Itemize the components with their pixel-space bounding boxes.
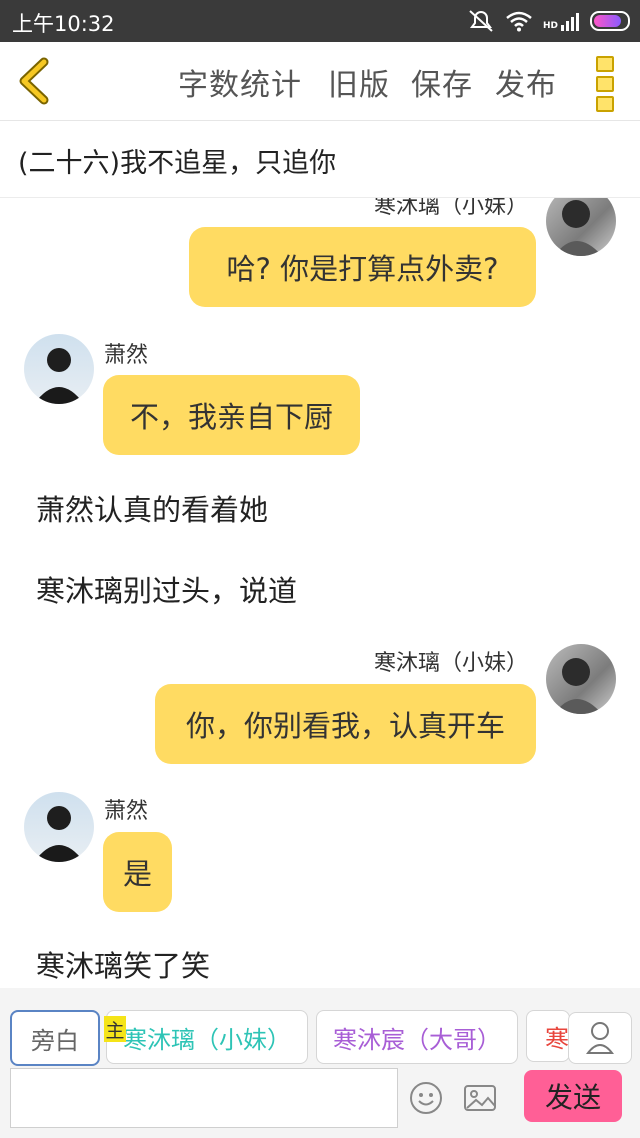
avatar-portrait-icon bbox=[554, 658, 602, 714]
avatar[interactable] bbox=[546, 644, 616, 714]
chat-bubble[interactable]: 你，你别看我，认真开车 bbox=[155, 684, 536, 764]
message-speaker: 寒沐璃（小妹） bbox=[373, 651, 528, 676]
back-icon[interactable] bbox=[14, 56, 58, 106]
chapter-title: (二十六)我不追星，只追你 bbox=[18, 148, 337, 179]
avatar-portrait-icon bbox=[34, 806, 84, 862]
save-button[interactable]: 保存 bbox=[411, 60, 473, 104]
main-role-badge: 主 bbox=[104, 1016, 126, 1042]
chapter-title-row[interactable]: (二十六)我不追星，只追你 bbox=[0, 121, 640, 198]
image-icon[interactable] bbox=[462, 1080, 498, 1116]
narration-text[interactable]: 萧然认真的看着她 bbox=[36, 487, 268, 529]
battery-icon bbox=[590, 11, 630, 31]
role-chip-narrator[interactable]: 旁白 bbox=[10, 1010, 100, 1066]
message-speaker: 萧然 bbox=[104, 799, 149, 824]
status-time: 上午10:32 bbox=[12, 12, 115, 36]
chat-bubble[interactable]: 不，我亲自下厨 bbox=[103, 375, 360, 455]
role-label: 寒沐宸（大哥） bbox=[333, 1025, 501, 1054]
word-count-button[interactable]: 字数统计 bbox=[178, 60, 302, 104]
message-speaker: 寒沐璃（小妹） bbox=[373, 198, 528, 219]
send-button-label: 发送 bbox=[544, 1081, 601, 1114]
mute-icon bbox=[469, 10, 493, 32]
wifi-icon bbox=[506, 11, 532, 32]
role-chip-hanmuchen[interactable]: 寒沐宸（大哥） bbox=[316, 1010, 518, 1064]
narration-text[interactable]: 寒沐璃别过头，说道 bbox=[36, 568, 297, 610]
network-label: HD bbox=[542, 21, 558, 31]
chat-bubble[interactable]: 是 bbox=[103, 832, 172, 912]
role-chip-partial[interactable]: 寒 bbox=[526, 1010, 570, 1062]
status-bar: 上午10:32 HD bbox=[0, 0, 640, 42]
old-version-button[interactable]: 旧版 bbox=[328, 60, 390, 104]
avatar[interactable] bbox=[24, 334, 94, 404]
bottom-toolbar: 旁白 寒沐璃（小妹） 主 寒沐宸（大哥） 寒 发送 bbox=[0, 988, 640, 1138]
message-speaker: 萧然 bbox=[104, 343, 149, 368]
avatar-portrait-icon bbox=[554, 200, 602, 256]
add-role-button[interactable] bbox=[568, 1012, 632, 1064]
message-input[interactable] bbox=[10, 1068, 398, 1128]
role-label: 寒 bbox=[545, 1024, 569, 1053]
person-icon bbox=[585, 1022, 615, 1054]
emoji-icon[interactable] bbox=[408, 1080, 444, 1116]
more-menu-icon[interactable] bbox=[596, 56, 620, 112]
role-chip-hanmuli[interactable]: 寒沐璃（小妹） bbox=[106, 1010, 308, 1064]
avatar-portrait-icon bbox=[34, 348, 84, 404]
narration-text[interactable]: 寒沐璃笑了笑 bbox=[36, 943, 210, 985]
chat-area[interactable]: 寒沐璃（小妹） 哈? 你是打算点外卖? 萧然 不，我亲自下厨 萧然认真的看着她 … bbox=[0, 198, 640, 988]
avatar[interactable] bbox=[546, 198, 616, 256]
chat-bubble[interactable]: 哈? 你是打算点外卖? bbox=[189, 227, 536, 307]
avatar[interactable] bbox=[24, 792, 94, 862]
role-label: 旁白 bbox=[31, 1026, 79, 1055]
app-bar: 字数统计 旧版 保存 发布 bbox=[0, 42, 640, 121]
send-button[interactable]: 发送 bbox=[524, 1070, 622, 1122]
publish-button[interactable]: 发布 bbox=[495, 60, 557, 104]
role-label: 寒沐璃（小妹） bbox=[123, 1025, 291, 1054]
signal-icon bbox=[561, 13, 579, 31]
